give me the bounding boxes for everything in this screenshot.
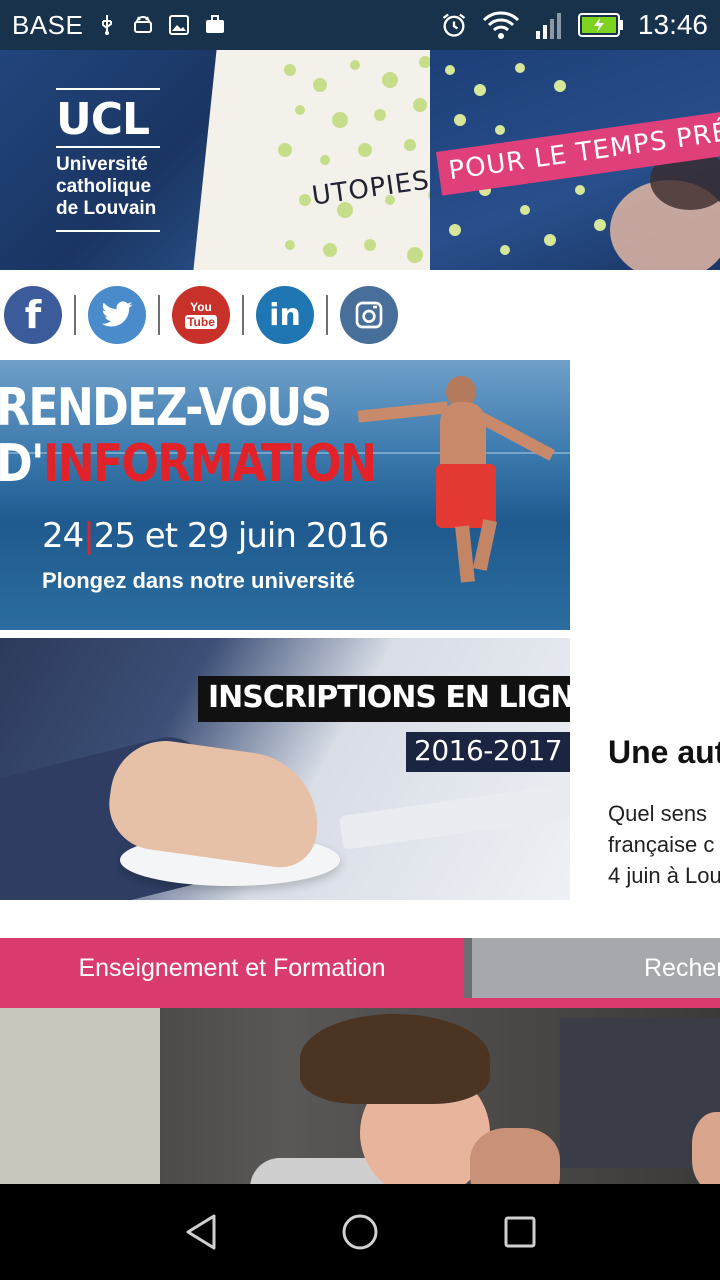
university-name: Université catholique de Louvain: [56, 154, 196, 220]
jumper-arm-left: [357, 401, 449, 423]
alarm-icon: [442, 13, 466, 37]
linkedin-icon[interactable]: in: [256, 286, 314, 344]
battery-charging-icon: [577, 13, 623, 37]
promo-info-sessions[interactable]: RENDEZ-VOUS D'INFORMATION 24|25 et 29 ju…: [0, 360, 570, 630]
status-bar: BASE 13:46: [0, 0, 720, 50]
logo-rule-middle: [56, 146, 160, 148]
social-divider: [158, 295, 160, 335]
twitter-bird-glyph: [101, 301, 133, 327]
instagram-icon[interactable]: [340, 286, 398, 344]
photo-wall: [0, 1008, 160, 1184]
instagram-camera-glyph: [355, 301, 383, 329]
facebook-glyph: f: [24, 293, 42, 337]
image-icon: [169, 15, 190, 35]
university-name-line1: Université: [56, 154, 148, 175]
home-icon[interactable]: [338, 1210, 382, 1254]
social-divider: [326, 295, 328, 335]
facebook-icon[interactable]: f: [4, 286, 62, 344]
article-excerpt-line3: 4 juin à Lou: [608, 863, 720, 888]
youtube-wordmark-bottom: Tube: [185, 315, 217, 329]
tab-research[interactable]: Recher: [472, 938, 720, 998]
signal-icon: [535, 13, 561, 39]
promo-info-subtitle: Plongez dans notre université: [42, 568, 355, 593]
wifi-icon: [482, 11, 519, 39]
promo-registration-title: INSCRIPTIONS EN LIGNE: [198, 676, 570, 722]
header-banner[interactable]: UCL Université catholique de Louvain UTO…: [0, 50, 720, 270]
photo-keyboard: [338, 780, 570, 850]
youtube-wordmark-top: You: [190, 300, 212, 314]
promo-info-title-highlight: INFORMATION: [42, 434, 377, 494]
logo-rule-top: [56, 88, 160, 90]
promo-info-date-first: 24: [42, 516, 84, 556]
usb-icon: [102, 15, 113, 35]
linkedin-glyph: in: [269, 297, 301, 333]
jumper-red-shorts: [436, 464, 496, 528]
tab-teaching[interactable]: Enseignement et Formation: [0, 938, 464, 1008]
back-icon[interactable]: [180, 1210, 224, 1254]
app-screen: BASE 13:46 UCL Université catholique de …: [0, 0, 720, 1280]
photo-student-hair: [300, 1014, 490, 1104]
article-excerpt: Quel sens française c 4 juin à Lou: [608, 798, 720, 891]
promo-info-title-prefix: D': [0, 434, 45, 494]
tab-underline: [464, 998, 720, 1008]
university-name-line3: de Louvain: [56, 198, 157, 219]
promo-info-date-separator: |: [83, 516, 95, 556]
article-excerpt-line1: Quel sens: [608, 801, 708, 826]
navigation-bar: [0, 1184, 720, 1280]
jumper-leg-left: [455, 525, 475, 583]
promo-info-title-line2: D'INFORMATION: [0, 434, 377, 494]
recents-icon[interactable]: [498, 1210, 542, 1254]
photo-second-student: [470, 1128, 560, 1184]
article-title[interactable]: Une aut: [608, 734, 720, 771]
article-excerpt-line2: française c: [608, 832, 715, 857]
clock: 13:46: [637, 9, 708, 40]
tab-separator: [464, 938, 472, 998]
students-photo[interactable]: [0, 1008, 720, 1184]
twitter-icon[interactable]: [88, 286, 146, 344]
android-icon: [134, 16, 153, 33]
carrier-label: BASE: [12, 9, 84, 40]
briefcase-icon: [206, 15, 225, 33]
promo-info-date-rest: 25 et 29 juin 2016: [93, 516, 390, 556]
promo-info-title-line1: RENDEZ-VOUS: [0, 378, 332, 438]
ucl-logo: UCL: [56, 94, 150, 145]
youtube-icon[interactable]: You Tube: [172, 286, 230, 344]
logo-rule-bottom: [56, 230, 160, 232]
social-links: f You Tube in: [0, 270, 720, 360]
section-tabs: Enseignement et Formation Recher: [0, 938, 720, 1008]
promo-registration-year: 2016-2017: [406, 732, 570, 772]
promo-online-registration[interactable]: INSCRIPTIONS EN LIGNE 2016-2017: [0, 638, 570, 900]
promo-info-dates: 24|25 et 29 juin 2016: [42, 516, 390, 556]
social-divider: [74, 295, 76, 335]
youtube-wordmark: You Tube: [185, 301, 217, 329]
university-name-line2: catholique: [56, 176, 152, 197]
banner-dot-pattern: [278, 56, 442, 263]
social-divider: [242, 295, 244, 335]
